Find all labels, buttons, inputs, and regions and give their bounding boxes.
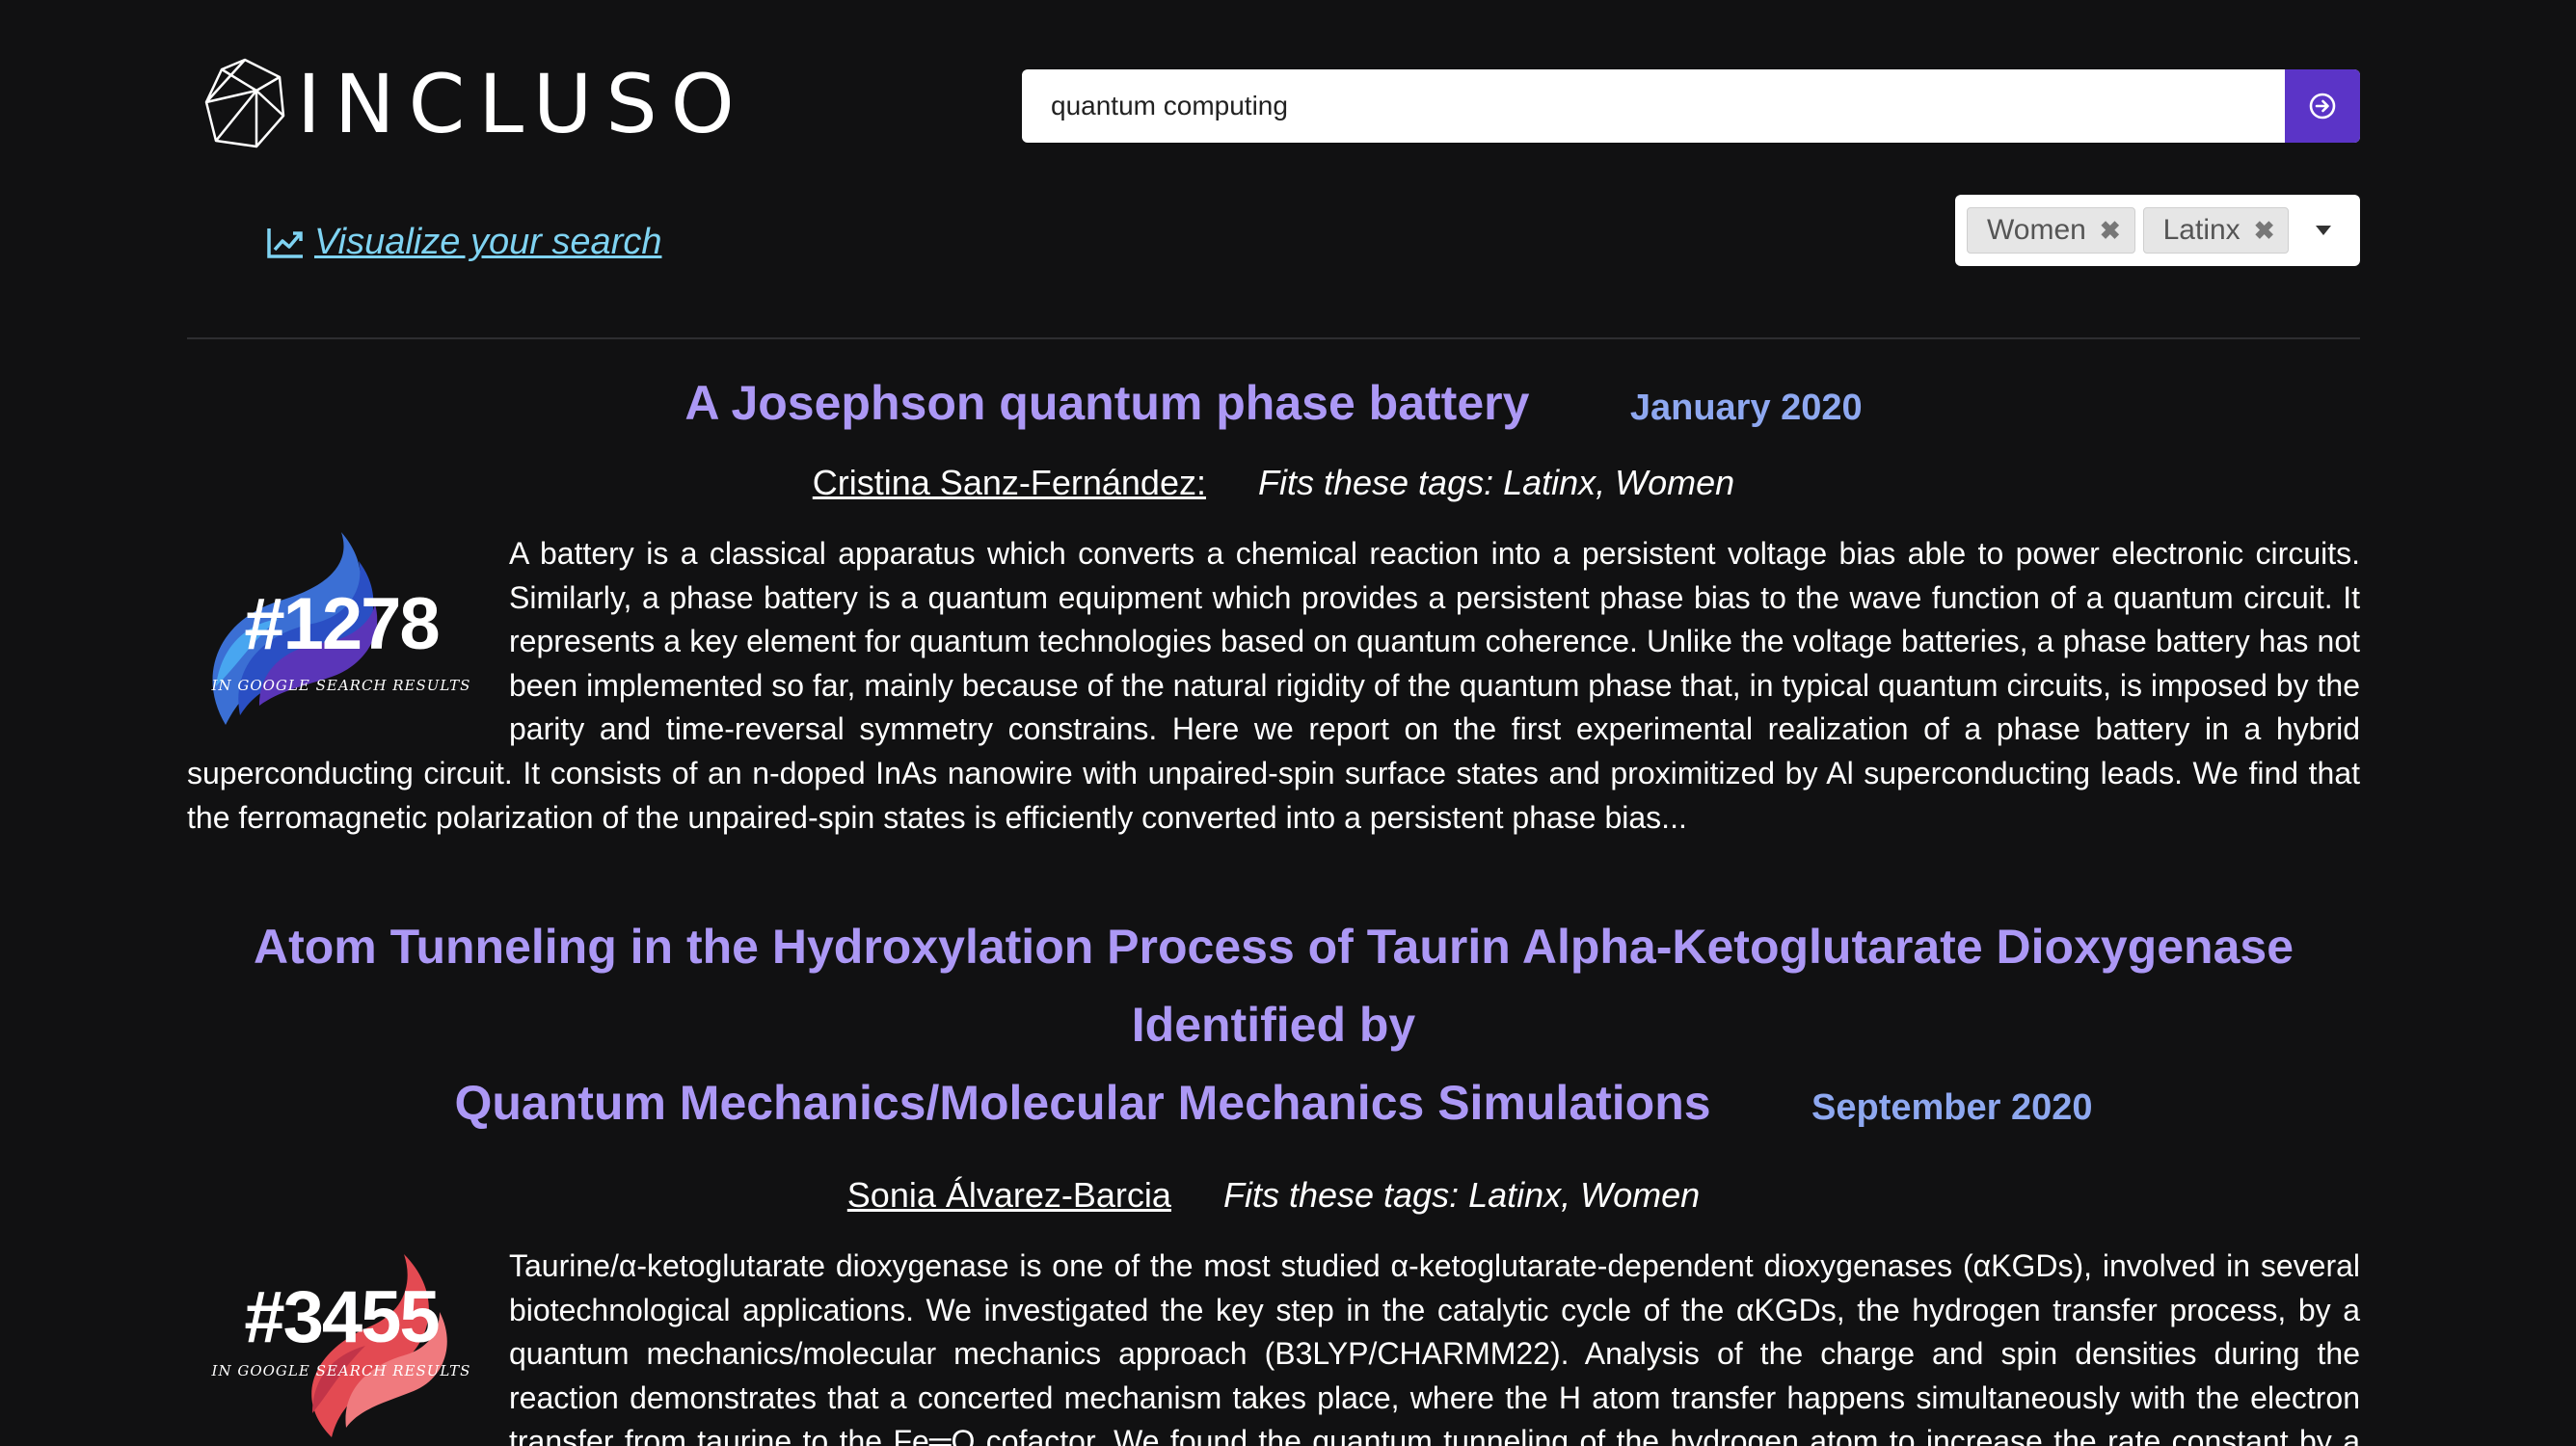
line-chart-icon [267,228,303,258]
logo-text: INCLUSO [297,57,748,151]
search-input[interactable] [1022,69,2285,143]
result-title[interactable]: Atom Tunneling in the Hydroxylation Proc… [254,920,2294,1052]
result-date: January 2020 [1629,388,1863,428]
tag-filter-select[interactable]: Women ✖ Latinx ✖ [1955,195,2360,266]
search-box [1022,69,2360,143]
polyhedron-logo-icon [204,58,285,148]
tag-chip-women[interactable]: Women ✖ [1967,207,2135,254]
tag-chip-latinx[interactable]: Latinx ✖ [2142,207,2290,254]
result-author-link[interactable]: Cristina Sanz-Fernández: [813,463,1206,502]
header-divider [187,337,2360,339]
rank-caption: IN GOOGLE SEARCH RESULTS [211,677,471,694]
search-result: A Josephson quantum phase battery Januar… [187,370,2360,840]
page: INCLUSO Visualize your search Women ✖ La… [0,0,2576,1446]
result-tags-line: Fits these tags: Latinx, Women [1257,463,1735,502]
arrow-right-circle-icon [2309,93,2336,120]
remove-tag-icon[interactable]: ✖ [2254,216,2275,246]
search-result: Atom Tunneling in the Hydroxylation Proc… [187,914,2360,1446]
rank-caption: IN GOOGLE SEARCH RESULTS [211,1362,471,1379]
rank-number: #3455 [244,1276,440,1358]
visualize-search-link[interactable]: Visualize your search [266,222,661,263]
result-abstract: A battery is a classical apparatus which… [187,536,2360,835]
remove-tag-icon[interactable]: ✖ [2100,216,2121,246]
tag-chip-label: Latinx [2162,214,2241,246]
incluso-logo[interactable]: INCLUSO [202,56,748,152]
google-rank-badge: #3455 IN GOOGLE SEARCH RESULTS [187,1245,496,1437]
google-rank-badge: #1278 IN GOOGLE SEARCH RESULTS [187,532,496,725]
search-submit-button[interactable] [2285,69,2360,143]
result-tags-line: Fits these tags: Latinx, Women [1222,1175,1701,1215]
rank-number: #1278 [244,583,440,665]
chevron-down-icon[interactable] [2304,211,2343,250]
visualize-search-label: Visualize your search [314,222,662,262]
result-author-link[interactable]: Sonia Álvarez-Barcia [847,1175,1171,1215]
result-title-continued[interactable]: Quantum Mechanics/Molecular Mechanics Si… [454,1076,1710,1130]
result-date: September 2020 [1811,1087,2093,1128]
result-abstract: Taurine/α-ketoglutarate dioxygenase is o… [509,1248,2360,1446]
result-title[interactable]: A Josephson quantum phase battery [684,376,1529,430]
tag-chip-label: Women [1987,214,2086,246]
